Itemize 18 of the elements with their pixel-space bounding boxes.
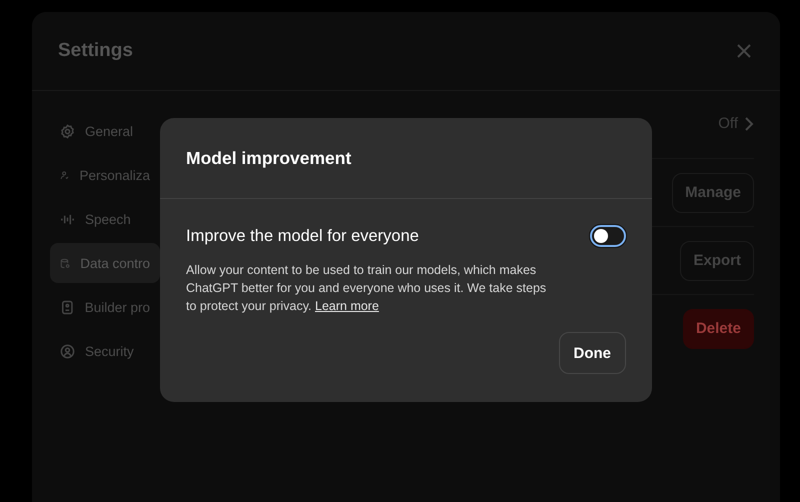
sidebar-item[interactable]: Personaliza bbox=[50, 155, 160, 195]
sidebar-item[interactable]: Security bbox=[50, 331, 160, 371]
toggle-switch[interactable] bbox=[590, 225, 626, 247]
sidebar-item[interactable]: Speech bbox=[50, 199, 160, 239]
dialog-title: Model improvement bbox=[186, 148, 352, 168]
gear-icon bbox=[60, 124, 75, 138]
settings-title: Settings bbox=[58, 40, 133, 62]
done-button[interactable]: Done bbox=[558, 332, 626, 374]
sidebar-item[interactable]: Data contro bbox=[50, 243, 160, 283]
learn-more-link[interactable]: Learn more bbox=[315, 299, 379, 313]
sidebar-item[interactable]: General bbox=[50, 111, 160, 151]
sidebar-item[interactable]: Builder pro bbox=[50, 287, 160, 327]
shield-person-icon bbox=[60, 344, 75, 358]
delete-button[interactable]: Delete bbox=[682, 308, 754, 348]
chevron-right-icon bbox=[744, 116, 754, 130]
description-text: Allow your content to be used to train our models, which makes ChatGPT better for you and everyone who uses it. We take steps to protect your privacy. Learn more bbox=[186, 262, 548, 315]
toggle-label: Improve the model for everyone bbox=[186, 226, 419, 246]
badge-icon bbox=[60, 300, 75, 314]
